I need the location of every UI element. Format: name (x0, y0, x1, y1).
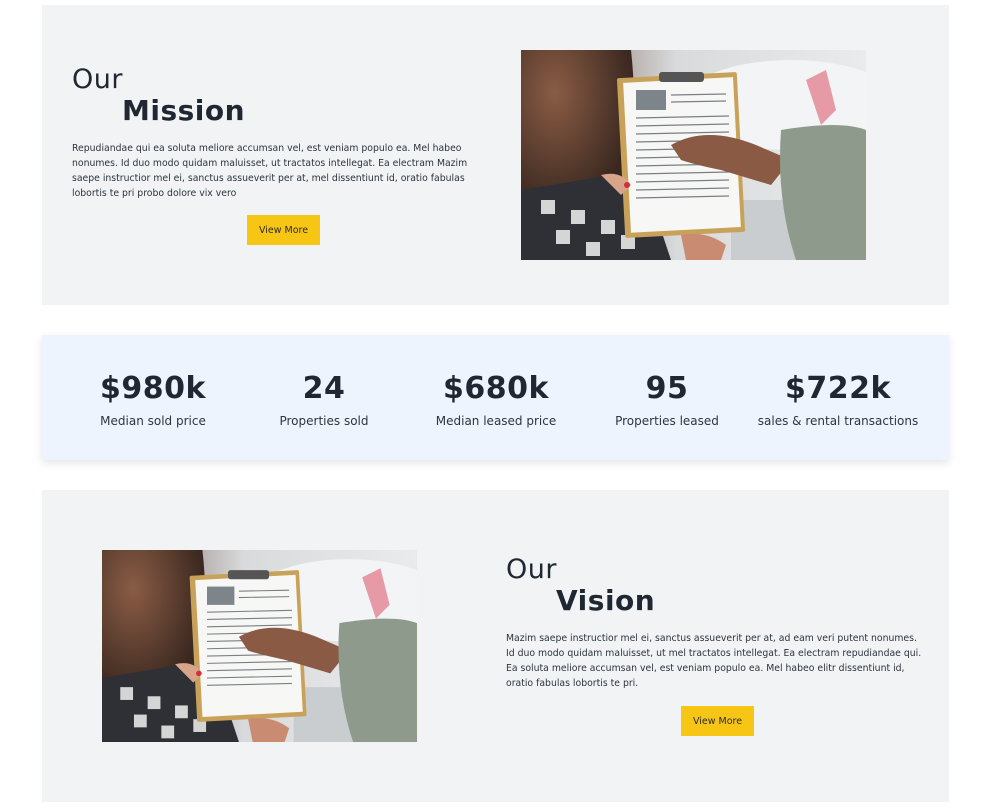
stat-label: Median leased price (435, 414, 557, 428)
stat-properties-sold: 24 Properties sold (238, 371, 410, 428)
stat-value: 24 (302, 371, 346, 406)
stats-strip: $980k Median sold price 24 Properties so… (42, 335, 949, 460)
mission-view-more-button[interactable]: View More (247, 215, 320, 245)
clipboard-photo-image (521, 50, 866, 260)
clipboard-photo-image (102, 550, 417, 742)
stat-properties-leased: 95 Properties leased (581, 371, 753, 428)
stat-median-leased-price: $680k Median leased price (410, 371, 582, 428)
vision-photo (102, 550, 417, 742)
mission-heading-line1: Our (72, 64, 123, 95)
stat-value: 95 (645, 371, 689, 406)
stat-value: $722k (785, 371, 891, 406)
mission-section: Our Mission Repudiandae qui ea soluta me… (42, 5, 949, 305)
mission-photo (521, 50, 866, 260)
vision-heading: Our Vision (506, 555, 655, 617)
stat-median-sold-price: $980k Median sold price (67, 371, 239, 428)
stat-sales-rental-transactions: $722k sales & rental transactions (752, 371, 924, 428)
vision-heading-line1: Our (506, 554, 557, 585)
vision-heading-line2: Vision (556, 584, 656, 617)
mission-heading: Our Mission (72, 65, 245, 127)
stat-value: $980k (100, 371, 206, 406)
stat-label: Properties sold (279, 414, 369, 428)
stat-label: Properties leased (615, 414, 719, 428)
vision-view-more-button[interactable]: View More (681, 706, 754, 736)
stat-label: Median sold price (100, 414, 206, 428)
vision-paragraph: Mazim saepe instructior mel ei, sanctus … (506, 633, 922, 689)
stat-value: $680k (443, 371, 549, 406)
mission-paragraph: Repudiandae qui ea soluta meliore accums… (72, 143, 468, 199)
stat-label: sales & rental transactions (757, 414, 919, 428)
mission-heading-line2: Mission (122, 94, 246, 127)
vision-section: Our Vision Mazim saepe instructior mel e… (42, 490, 949, 802)
